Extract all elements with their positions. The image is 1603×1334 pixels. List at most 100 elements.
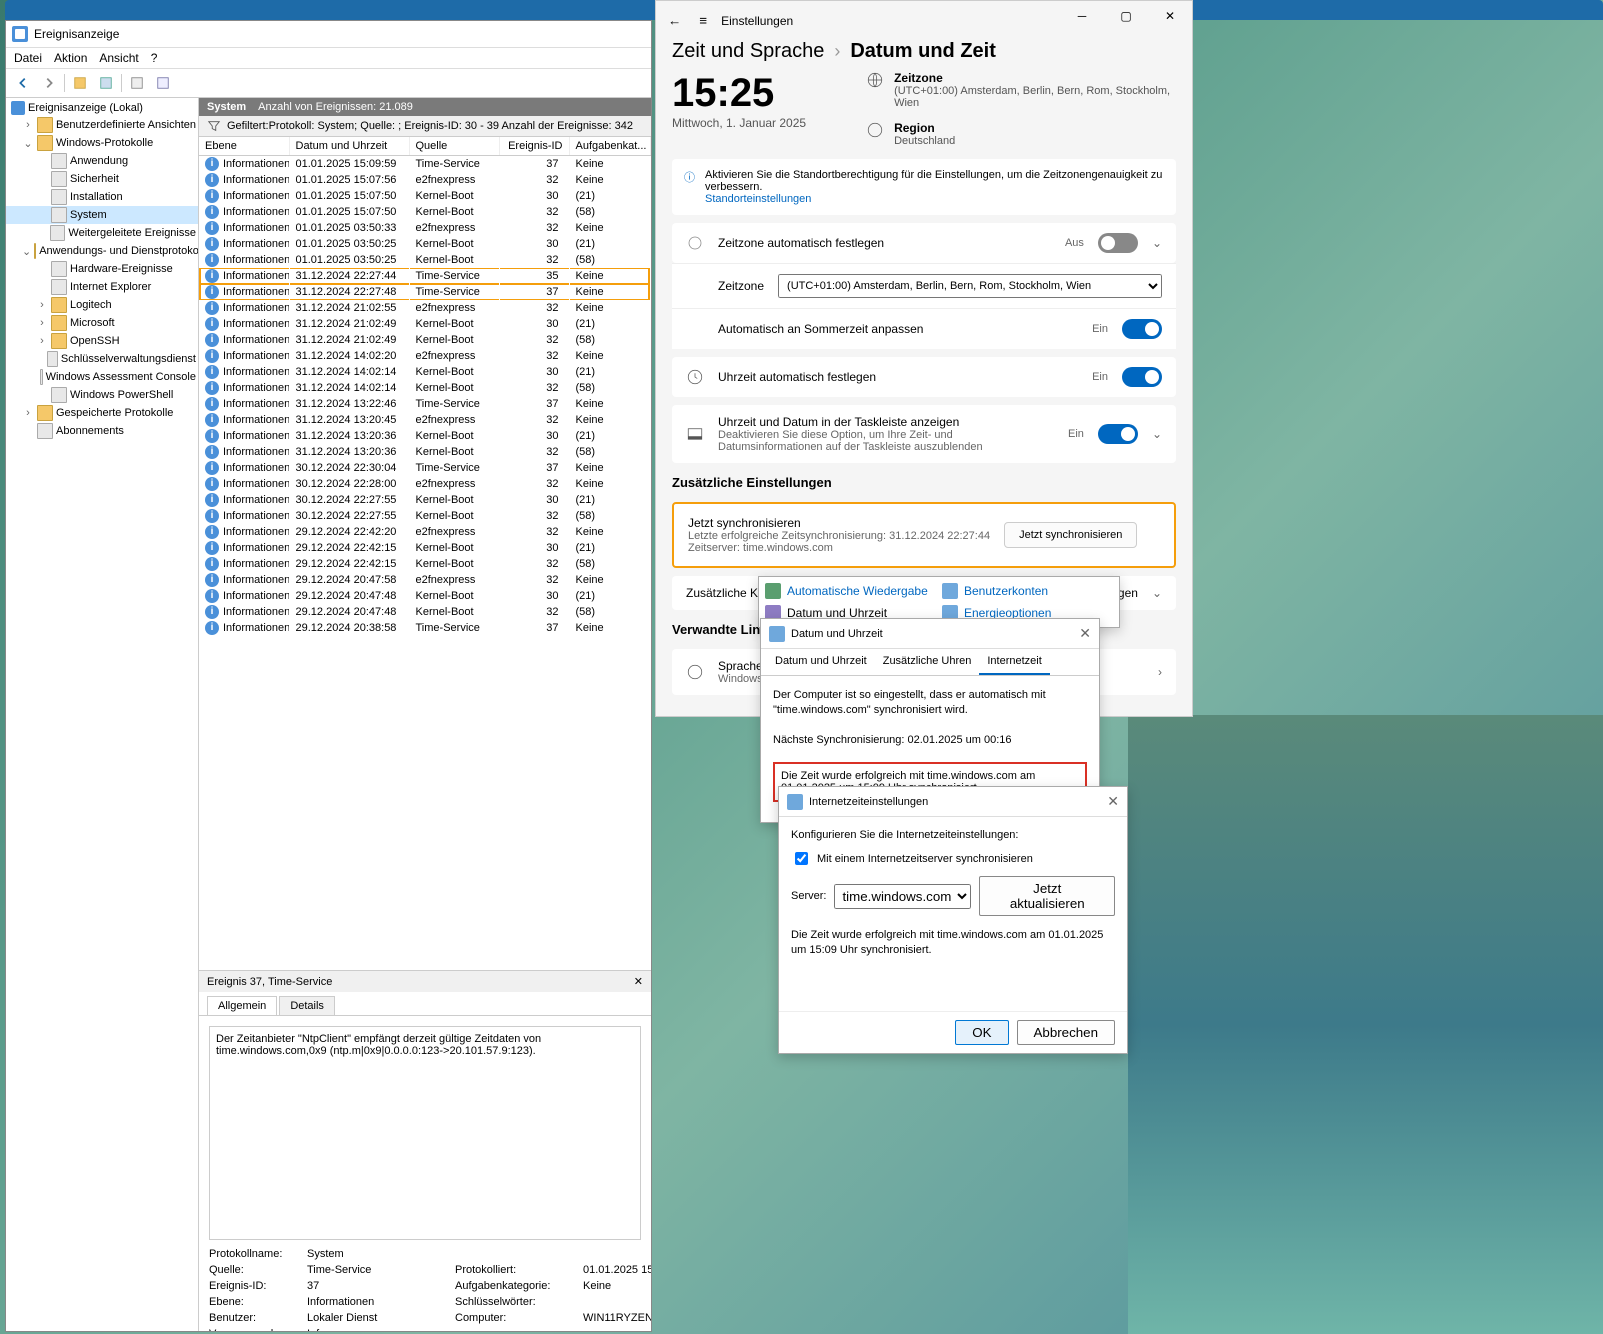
taskbar-card[interactable]: Uhrzeit und Datum in der Taskleiste anze… [672, 405, 1176, 463]
close-icon[interactable]: ✕ [1079, 625, 1091, 642]
tool-button-2[interactable] [95, 72, 117, 94]
chevron-down-icon[interactable]: ⌄ [1152, 586, 1162, 600]
col-id[interactable]: Ereignis-ID [499, 137, 569, 156]
table-row[interactable]: iInformationen31.12.2024 13:20:36Kernel-… [199, 428, 651, 444]
tree-item[interactable]: Weitergeleitete Ereignisse [6, 224, 198, 242]
table-row[interactable]: iInformationen29.12.2024 20:38:58Time-Se… [199, 620, 651, 636]
control-panel-item[interactable]: Benutzerkonten [942, 583, 1113, 599]
table-row[interactable]: iInformationen31.12.2024 13:20:45e2fnexp… [199, 412, 651, 428]
table-row[interactable]: iInformationen31.12.2024 21:02:55e2fnexp… [199, 300, 651, 316]
tool-button-3[interactable] [126, 72, 148, 94]
table-row[interactable]: iInformationen31.12.2024 21:02:49Kernel-… [199, 316, 651, 332]
tree-item[interactable]: Windows PowerShell [6, 386, 198, 404]
table-row[interactable]: iInformationen01.01.2025 15:07:56e2fnexp… [199, 172, 651, 188]
tree-item[interactable]: ⌄Windows-Protokolle [6, 134, 198, 152]
menu-button[interactable]: ≡ [695, 9, 711, 32]
dst-toggle[interactable] [1122, 319, 1162, 339]
table-row[interactable]: iInformationen29.12.2024 22:42:15Kernel-… [199, 540, 651, 556]
table-row[interactable]: iInformationen01.01.2025 03:50:25Kernel-… [199, 252, 651, 268]
table-row[interactable]: iInformationen29.12.2024 20:47:58e2fnexp… [199, 572, 651, 588]
tree-item[interactable]: Anwendung [6, 152, 198, 170]
table-row[interactable]: iInformationen29.12.2024 22:42:20e2fnexp… [199, 524, 651, 540]
tree-item[interactable]: Hardware-Ereignisse [6, 260, 198, 278]
table-row[interactable]: iInformationen31.12.2024 14:02:20e2fnexp… [199, 348, 651, 364]
tab-internet-time[interactable]: Internetzeit [979, 649, 1049, 675]
table-row[interactable]: iInformationen01.01.2025 15:09:59Time-Se… [199, 156, 651, 173]
auto-time-toggle[interactable] [1122, 367, 1162, 387]
tree-item[interactable]: Installation [6, 188, 198, 206]
update-now-button[interactable]: Jetzt aktualisieren [979, 876, 1115, 916]
ok-button[interactable]: OK [955, 1020, 1008, 1045]
maximize-button[interactable]: ▢ [1104, 1, 1148, 31]
table-row[interactable]: iInformationen31.12.2024 21:02:49Kernel-… [199, 332, 651, 348]
tab-additional-clocks[interactable]: Zusätzliche Uhren [875, 649, 980, 675]
menu-view[interactable]: Ansicht [99, 51, 138, 65]
table-row[interactable]: iInformationen01.01.2025 15:07:50Kernel-… [199, 204, 651, 220]
table-row[interactable]: iInformationen31.12.2024 22:27:48Time-Se… [199, 284, 651, 300]
tree-item[interactable]: ⌄Anwendungs- und Dienstprotokolle [6, 242, 198, 260]
tree-item[interactable]: ›Benutzerdefinierte Ansichten [6, 116, 198, 134]
tree-item[interactable]: System [6, 206, 198, 224]
table-row[interactable]: iInformationen31.12.2024 13:22:46Time-Se… [199, 396, 651, 412]
back-button[interactable] [12, 72, 34, 94]
table-row[interactable]: iInformationen29.12.2024 20:47:48Kernel-… [199, 604, 651, 620]
col-level[interactable]: Ebene [199, 137, 289, 156]
tab-datetime[interactable]: Datum und Uhrzeit [767, 649, 875, 675]
tree-item[interactable]: Internet Explorer [6, 278, 198, 296]
auto-tz-toggle[interactable] [1098, 233, 1138, 253]
menu-action[interactable]: Aktion [54, 51, 87, 65]
table-row[interactable]: iInformationen01.01.2025 15:07:50Kernel-… [199, 188, 651, 204]
chevron-down-icon[interactable]: ⌄ [1152, 427, 1162, 441]
table-row[interactable]: iInformationen31.12.2024 14:02:14Kernel-… [199, 380, 651, 396]
chevron-down-icon[interactable]: ⌄ [1152, 236, 1162, 250]
tree-root[interactable]: Ereignisanzeige (Lokal) [6, 100, 198, 116]
menu-file[interactable]: Datei [14, 51, 42, 65]
tree-item[interactable]: ›OpenSSH [6, 332, 198, 350]
tool-button-1[interactable] [69, 72, 91, 94]
back-button[interactable]: ← [664, 9, 685, 32]
table-row[interactable]: iInformationen01.01.2025 03:50:25Kernel-… [199, 236, 651, 252]
close-button[interactable]: ✕ [1148, 1, 1192, 31]
table-row[interactable]: iInformationen30.12.2024 22:28:00e2fnexp… [199, 476, 651, 492]
server-select[interactable]: time.windows.com [834, 884, 971, 909]
dialog-titlebar[interactable]: Datum und Uhrzeit ✕ [761, 619, 1099, 649]
tree-item[interactable]: ›Microsoft [6, 314, 198, 332]
col-datetime[interactable]: Datum und Uhrzeit [289, 137, 409, 156]
tool-button-4[interactable] [152, 72, 174, 94]
minimize-button[interactable]: ─ [1060, 1, 1104, 31]
control-panel-item[interactable]: Automatische Wiedergabe [765, 583, 936, 599]
tree-item[interactable]: Schlüsselverwaltungsdienst [6, 350, 198, 368]
tree-item[interactable]: Abonnements [6, 422, 198, 440]
sync-now-button[interactable]: Jetzt synchronisieren [1004, 522, 1137, 548]
close-icon[interactable]: ✕ [1107, 793, 1119, 810]
chevron-right-icon[interactable]: › [1158, 665, 1162, 679]
timezone-select[interactable]: (UTC+01:00) Amsterdam, Berlin, Bern, Rom… [778, 274, 1162, 298]
col-source[interactable]: Quelle [409, 137, 499, 156]
tree-nav[interactable]: Ereignisanzeige (Lokal) ›Benutzerdefinie… [6, 98, 199, 1331]
close-icon[interactable]: ✕ [634, 975, 643, 988]
window-titlebar[interactable]: Ereignisanzeige [6, 21, 651, 48]
cancel-button[interactable]: Abbrechen [1017, 1020, 1115, 1045]
table-row[interactable]: iInformationen30.12.2024 22:27:55Kernel-… [199, 492, 651, 508]
table-row[interactable]: iInformationen30.12.2024 22:27:55Kernel-… [199, 508, 651, 524]
tab-details[interactable]: Details [279, 996, 335, 1015]
table-row[interactable]: iInformationen29.12.2024 22:42:15Kernel-… [199, 556, 651, 572]
table-row[interactable]: iInformationen30.12.2024 22:30:04Time-Se… [199, 460, 651, 476]
menu-help[interactable]: ? [151, 51, 158, 65]
dialog-titlebar[interactable]: Internetzeiteinstellungen ✕ [779, 787, 1127, 817]
tree-item[interactable]: Windows Assessment Console [6, 368, 198, 386]
tree-item[interactable]: ›Logitech [6, 296, 198, 314]
table-row[interactable]: iInformationen29.12.2024 20:47:48Kernel-… [199, 588, 651, 604]
sync-checkbox[interactable] [795, 852, 808, 865]
tree-item[interactable]: Sicherheit [6, 170, 198, 188]
table-row[interactable]: iInformationen01.01.2025 03:50:33e2fnexp… [199, 220, 651, 236]
col-cat[interactable]: Aufgabenkat... [569, 137, 651, 156]
tab-general[interactable]: Allgemein [207, 996, 277, 1015]
forward-button[interactable] [38, 72, 60, 94]
table-row[interactable]: iInformationen31.12.2024 22:27:44Time-Se… [199, 268, 651, 284]
event-table[interactable]: Ebene Datum und Uhrzeit Quelle Ereignis-… [199, 137, 651, 970]
table-row[interactable]: iInformationen31.12.2024 14:02:14Kernel-… [199, 364, 651, 380]
breadcrumb-1[interactable]: Zeit und Sprache [672, 40, 824, 63]
location-settings-link[interactable]: Standorteinstellungen [705, 193, 811, 205]
table-row[interactable]: iInformationen31.12.2024 13:20:36Kernel-… [199, 444, 651, 460]
